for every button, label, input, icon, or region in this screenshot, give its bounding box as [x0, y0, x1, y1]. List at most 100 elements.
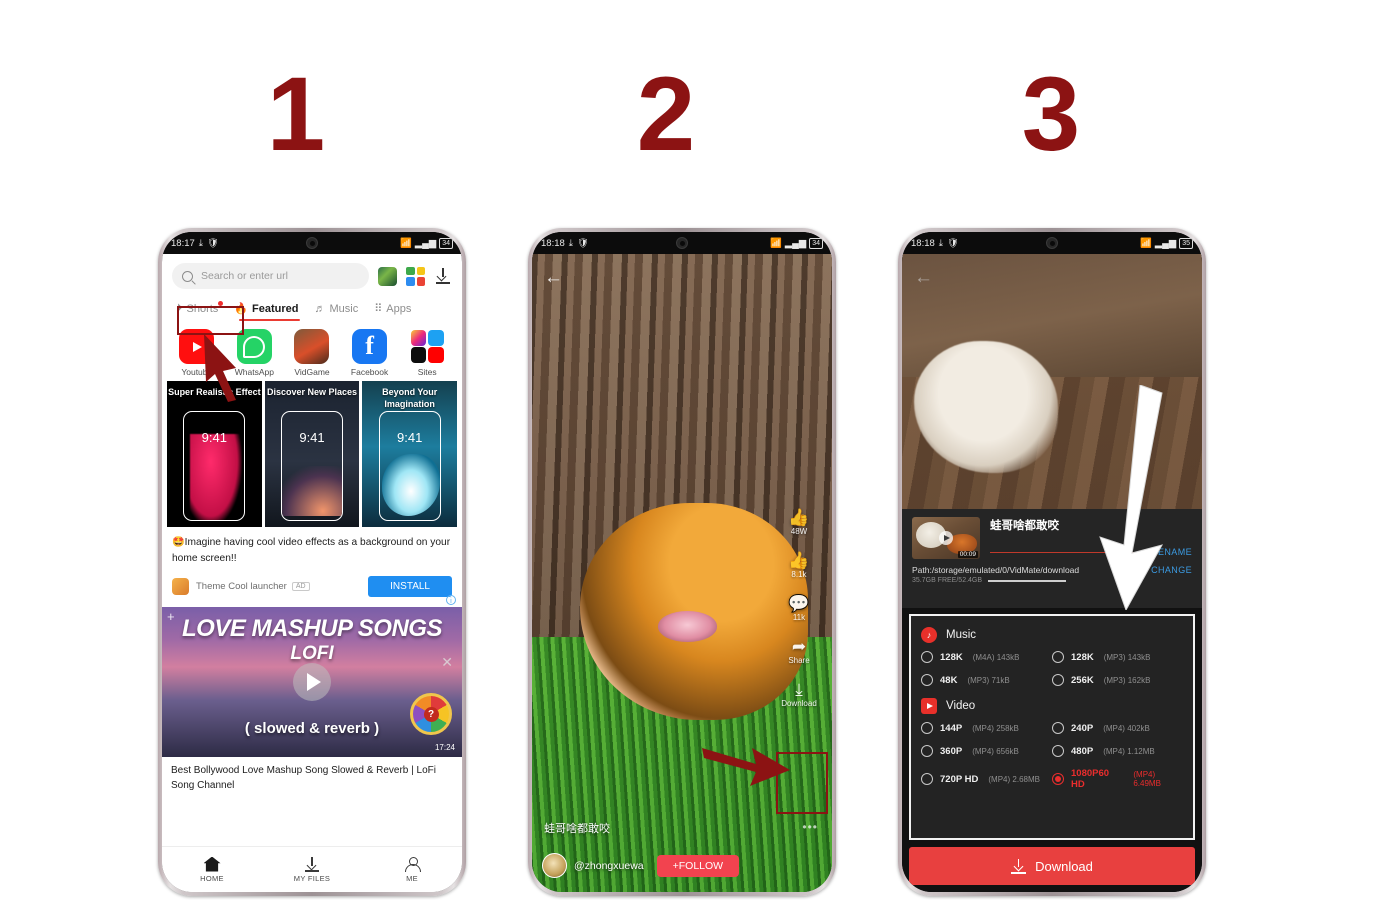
radio-button[interactable]: [1052, 651, 1064, 664]
downloads-icon[interactable]: [434, 267, 452, 285]
radio-button[interactable]: [1052, 722, 1064, 735]
nav-item-home[interactable]: HOME: [182, 856, 242, 883]
rail-item-download[interactable]: ⤓ Download: [781, 681, 817, 708]
radio-button[interactable]: [921, 722, 933, 735]
play-icon[interactable]: [293, 663, 331, 701]
quality-meta: (MP3) 143kB: [1103, 652, 1151, 662]
quality-option[interactable]: 240P (MP4) 402kB: [1052, 722, 1183, 735]
ad-text: 🤩Imagine having cool video effects as a …: [172, 537, 451, 564]
author-handle[interactable]: @zhongxuewa: [574, 860, 644, 872]
quality-meta: (MP4) 258kB: [972, 723, 1019, 733]
rail-item-comment[interactable]: 💬 11k: [788, 595, 809, 622]
quality-option[interactable]: 720P HD (MP4) 2.68MB: [921, 768, 1052, 790]
more-dots-icon[interactable]: •••: [802, 820, 818, 834]
quality-option[interactable]: 128K (MP3) 143kB: [1052, 651, 1183, 664]
quality-label: 144P: [940, 722, 963, 734]
camera-punch-hole: [306, 237, 318, 249]
music-note-icon: ♬: [314, 303, 326, 315]
radio-button[interactable]: [1052, 773, 1064, 786]
quality-option[interactable]: 128K (M4A) 143kB: [921, 651, 1052, 664]
nav-item-my-files[interactable]: MY FILES: [282, 856, 342, 883]
action-rail: 👍 48W 👍 8.1k 💬 11k ➦ Share ⤓ Download: [775, 509, 823, 708]
share-icon: ➦: [791, 637, 807, 657]
quality-meta: (MP3) 71kB: [967, 675, 1010, 685]
radio-button[interactable]: [921, 674, 933, 687]
search-input[interactable]: Search or enter url: [172, 263, 369, 289]
quality-label: 48K: [940, 674, 958, 686]
app-label: VidGame: [294, 367, 330, 377]
back-arrow-icon[interactable]: ←: [544, 268, 563, 287]
promo-card[interactable]: Discover New Places 9:41: [264, 381, 360, 527]
quality-options-panel: ♪ Music 128K (M4A) 143kB 128K (MP3) 143k…: [909, 614, 1195, 840]
shield-icon: 🛡: [946, 237, 960, 249]
video-caption: 蛙哥啥都敢咬: [544, 823, 610, 835]
tab-apps[interactable]: ⠿ Apps: [368, 296, 417, 323]
app-label: Sites: [417, 367, 437, 377]
sites-icon: [409, 329, 445, 364]
radio-button[interactable]: [921, 745, 933, 758]
shorts-player[interactable]: ← 👍 48W 👍 8.1k 💬 11k ➦ Share ⤓ Download …: [532, 254, 832, 892]
quality-option[interactable]: 144P (MP4) 258kB: [921, 722, 1052, 735]
storage-free-label: 35.7GB FREE/52.4GB: [912, 577, 983, 585]
quality-label: 256K: [1071, 674, 1094, 686]
radio-button[interactable]: [921, 773, 933, 786]
download-icon: [1011, 858, 1027, 874]
music-options-grid: 128K (M4A) 143kB 128K (MP3) 143kB 48K (M…: [921, 651, 1183, 687]
rail-item-views[interactable]: 👍 48W: [788, 509, 809, 536]
video-thumbnail-card[interactable]: + LOVE MASHUP SONGS LOFI ( slowed & reve…: [162, 607, 462, 757]
tab-music[interactable]: ♬ Music: [308, 297, 364, 323]
quality-option[interactable]: 480P (MP4) 1.12MB: [1052, 745, 1183, 758]
annotation-arrow-2: [702, 748, 790, 786]
download-icon: ⤓: [198, 237, 203, 249]
step-number-1: 1: [266, 56, 325, 173]
follow-button[interactable]: +FOLLOW: [656, 854, 740, 877]
download-button[interactable]: Download: [909, 847, 1195, 885]
bottom-nav-bar: HOME MY FILES ME: [162, 846, 462, 892]
battery-badge: 34: [439, 237, 453, 249]
browser-toolbar: Search or enter url: [162, 254, 462, 295]
promo-card[interactable]: Beyond Your Imagination 9:41: [362, 381, 458, 527]
back-arrow-icon[interactable]: ←: [914, 268, 933, 287]
quality-label: 1080P60 HD: [1071, 768, 1110, 791]
info-icon[interactable]: i: [446, 595, 456, 605]
game-icon[interactable]: [378, 266, 397, 286]
rail-label: 48W: [790, 527, 808, 537]
radio-button[interactable]: [921, 651, 933, 664]
step-number-2: 2: [636, 56, 695, 173]
promo-card[interactable]: Super Realistic Effect 9:41: [167, 381, 262, 527]
quality-meta: (MP4) 402kB: [1103, 723, 1150, 733]
status-time: 18:18: [911, 237, 935, 249]
quality-option[interactable]: 256K (MP3) 162kB: [1052, 674, 1183, 687]
quality-label: 128K: [1071, 651, 1094, 663]
quality-option[interactable]: 48K (MP3) 71kB: [921, 674, 1052, 687]
radio-button[interactable]: [1052, 674, 1064, 687]
person-icon: [404, 856, 421, 872]
quality-meta: (M4A) 143kB: [972, 652, 1020, 662]
signal-bars-icon: ▂▄▆: [1154, 237, 1177, 249]
ad-badge: AD: [291, 582, 310, 591]
tab-music-label: Music: [329, 303, 359, 315]
rail-item-share[interactable]: ➦ Share: [788, 638, 809, 665]
wifi-icon: 📶: [770, 237, 782, 249]
rail-item-like[interactable]: 👍 8.1k: [788, 552, 809, 579]
phone1-status-bar: 18:17 ⤓ 🛡 📶 ▂▄▆ 34: [162, 232, 462, 254]
avatar[interactable]: [542, 853, 567, 878]
download-icon: ⤓: [568, 237, 573, 249]
close-icon[interactable]: ✕: [441, 654, 453, 671]
apps-grid-icon[interactable]: [406, 266, 425, 286]
install-button[interactable]: INSTALL: [368, 576, 452, 597]
rail-label: Download: [781, 699, 817, 709]
spin-wheel-icon[interactable]: [410, 693, 452, 735]
app-shortcut-vidgame[interactable]: VidGame: [286, 329, 338, 377]
app-shortcut-facebook[interactable]: f Facebook: [344, 329, 396, 377]
camera-punch-hole: [1046, 237, 1058, 249]
quality-option-selected[interactable]: 1080P60 HD (MP4) 6.49MB: [1052, 768, 1183, 790]
nav-item-me[interactable]: ME: [382, 856, 442, 883]
signal-bars-icon: ▂▄▆: [784, 237, 807, 249]
quality-meta: (MP4) 2.68MB: [988, 774, 1040, 784]
battery-badge: 35: [1179, 237, 1193, 249]
quality-option[interactable]: 360P (MP4) 656kB: [921, 745, 1052, 758]
app-shortcut-sites[interactable]: Sites: [401, 329, 453, 377]
radio-button[interactable]: [1052, 745, 1064, 758]
storage-bar: [988, 579, 1067, 582]
